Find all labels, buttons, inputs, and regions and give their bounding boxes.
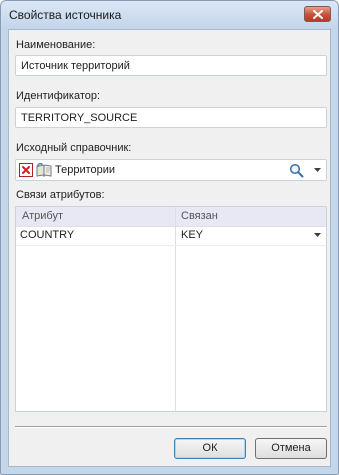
dialog-body: Наименование: Идентификатор: Исходный сп… [8,29,331,467]
close-button[interactable] [304,6,331,22]
chevron-down-icon[interactable] [314,168,321,172]
clear-x-icon[interactable] [19,163,33,177]
close-x-icon [313,10,323,19]
name-field[interactable] [15,55,327,76]
attribute-links-label: Связи атрибутов: [16,189,105,201]
button-separator [15,426,327,428]
dialog-window: Свойства источника Наименование: Идентиф… [0,0,339,475]
search-icon[interactable] [289,163,304,178]
table-row[interactable]: COUNTRY KEY [16,226,326,246]
column-header-attribute[interactable]: Атрибут [22,210,63,222]
ok-button[interactable]: ОК [174,438,246,459]
column-header-linked[interactable]: Связан [181,210,218,222]
name-label: Наименование: [16,39,96,51]
identifier-label: Идентификатор: [16,90,101,102]
linked-cell[interactable]: KEY [181,229,203,241]
grid-header: Атрибут Связан [16,207,326,227]
dialog-title: Свойства источника [9,8,122,22]
book-icon [36,163,52,177]
title-bar[interactable]: Свойства источника [1,1,338,29]
chevron-down-icon[interactable] [314,233,321,237]
identifier-field[interactable] [15,107,327,128]
cancel-button[interactable]: Отмена [255,438,327,459]
source-dictionary-value: Территории [55,164,116,176]
attribute-links-grid[interactable]: Атрибут Связан COUNTRY KEY [15,206,327,412]
source-dictionary-combo[interactable]: Территории [15,159,327,181]
source-dictionary-label: Исходный справочник: [16,142,132,154]
attribute-cell: COUNTRY [20,229,75,241]
